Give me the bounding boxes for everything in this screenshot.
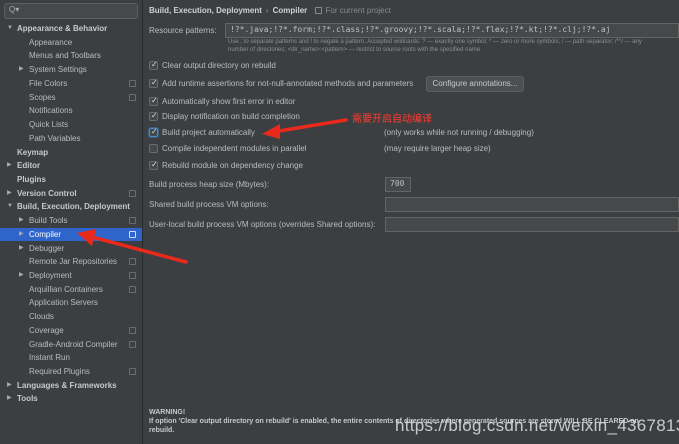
- annotation-text: 需要开启自动编译: [352, 114, 432, 125]
- arrow-to-compiler-item: [77, 229, 188, 264]
- annotation-arrows: [77, 118, 348, 264]
- watermark-text: https://blog.csdn.net/weixin_43678130: [395, 416, 679, 435]
- arrow-to-build-automatically: [262, 118, 348, 139]
